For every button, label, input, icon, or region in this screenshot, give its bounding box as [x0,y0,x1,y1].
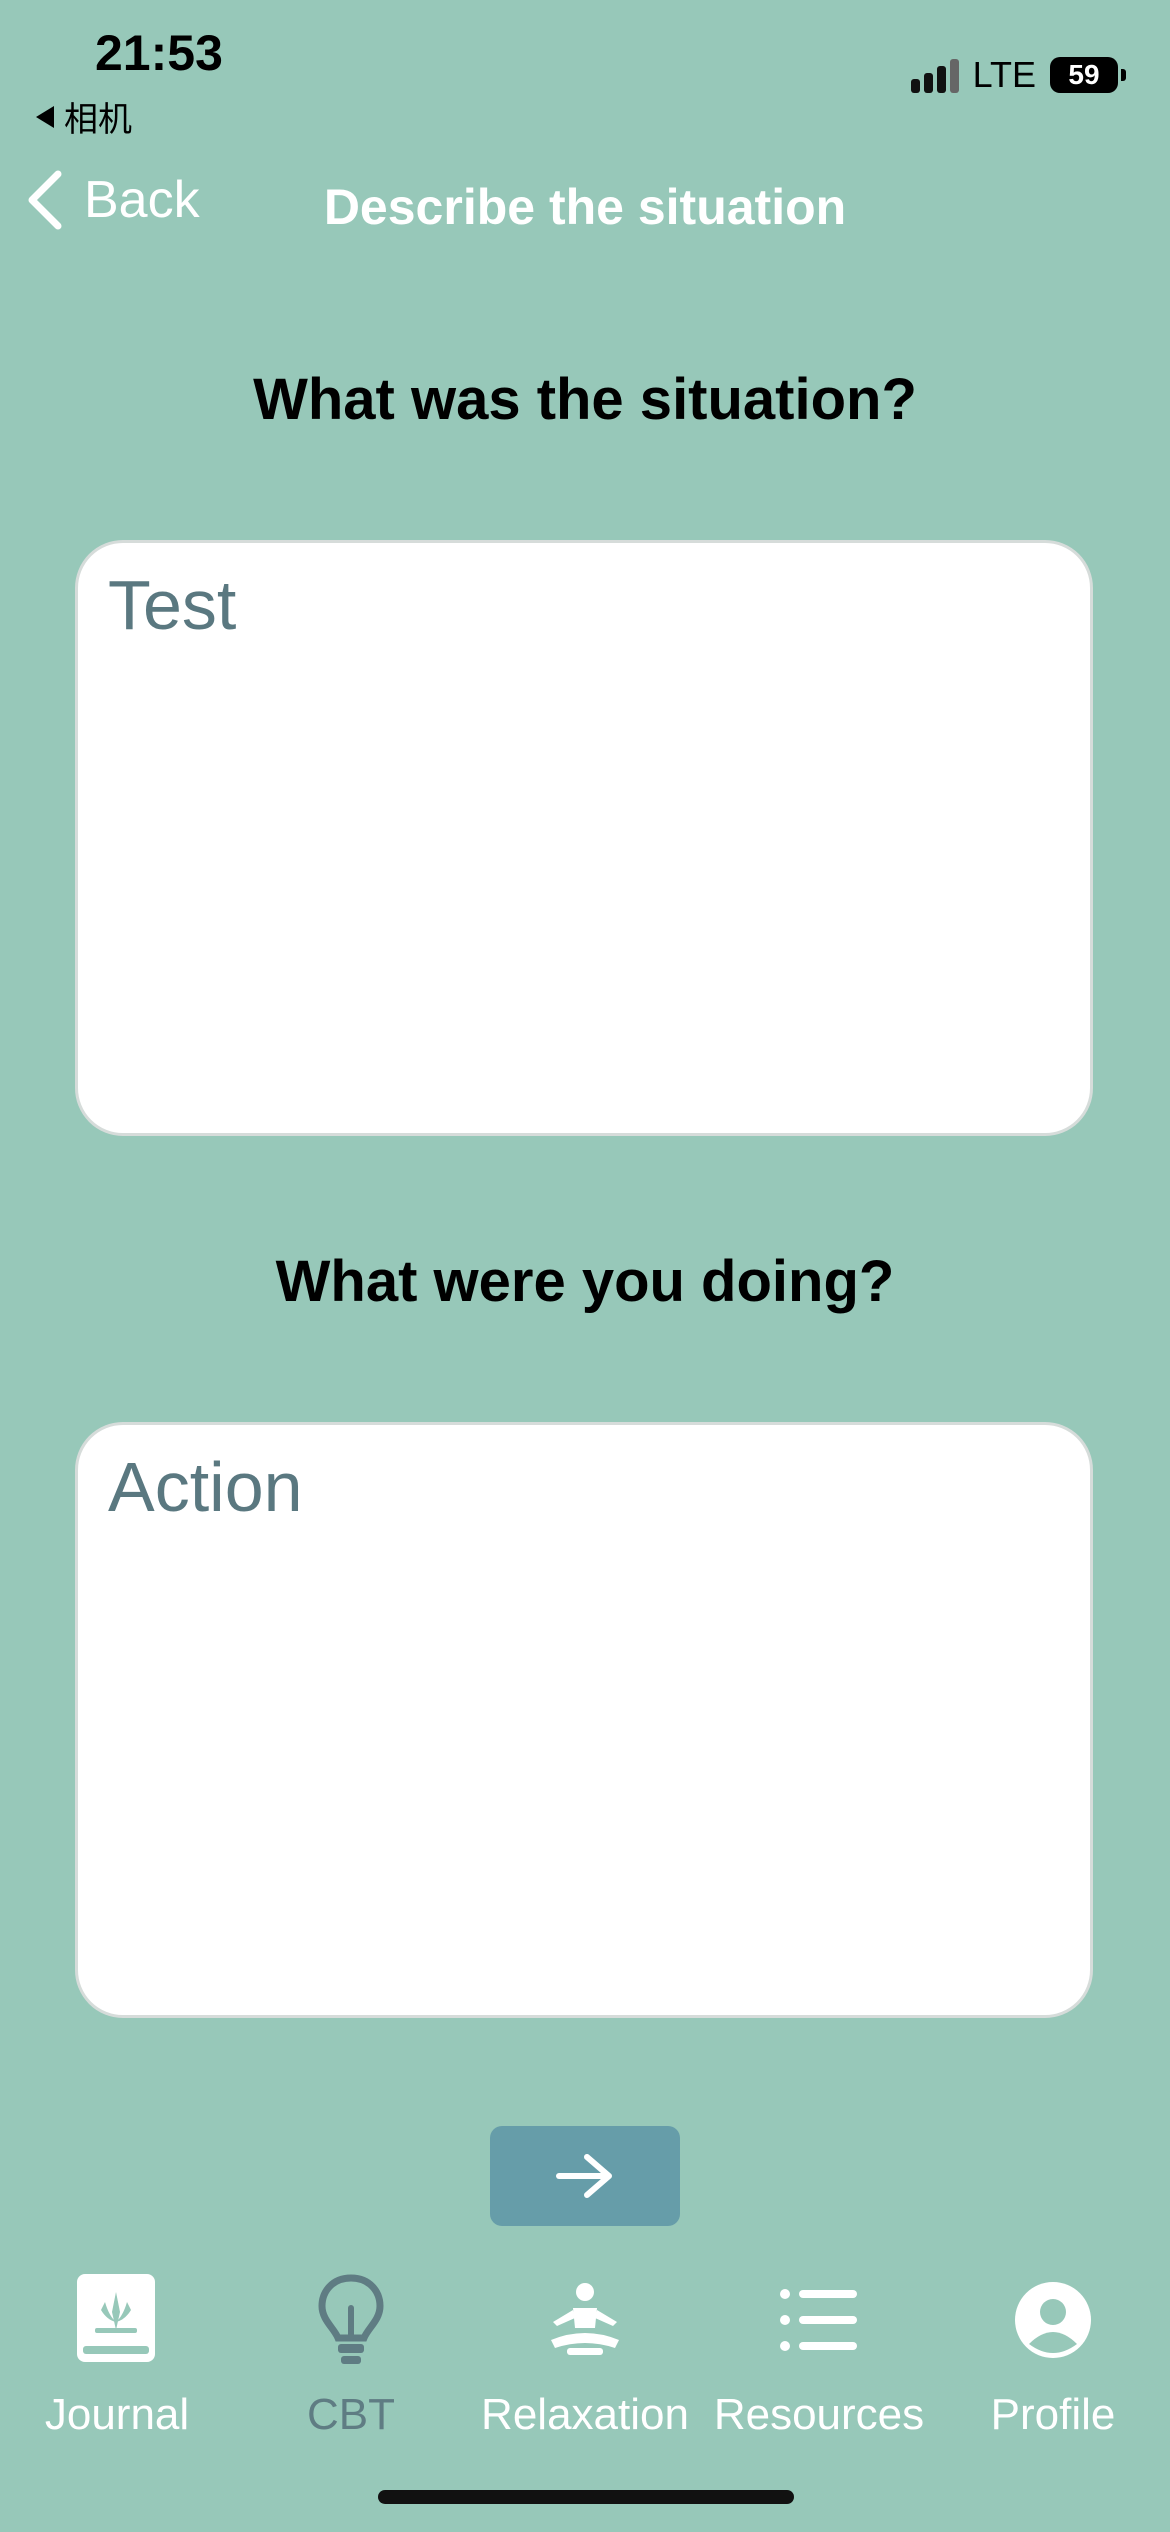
next-button[interactable] [490,2126,680,2226]
tab-relaxation[interactable]: Relaxation [468,2270,702,2440]
tab-profile-label: Profile [990,2390,1116,2439]
tab-relaxation-label: Relaxation [481,2390,689,2439]
arrow-right-icon [556,2154,612,2198]
tab-cbt-label: CBT [307,2390,395,2439]
home-indicator[interactable] [378,2490,794,2504]
status-time: 21:53 [95,25,223,81]
action-input-value: Action [108,1448,303,1526]
status-indicators: LTE 59 [910,54,1126,96]
back-to-app[interactable]: 相机 [36,92,132,141]
tab-journal[interactable]: Journal [0,2270,234,2440]
battery-level: 59 [1068,59,1100,90]
action-input[interactable]: Action [75,1422,1093,2018]
lightbulb-icon [318,2274,384,2364]
network-type: LTE [972,54,1036,95]
list-icon [780,2289,857,2351]
tab-resources[interactable]: Resources [702,2270,936,2440]
signal-icon [910,57,959,93]
tab-resources-label: Resources [713,2390,925,2439]
journal-icon [77,2274,155,2362]
situation-question: What was the situation? [253,367,917,432]
page-title: Describe the situation [323,179,847,235]
doing-question: What were you doing? [275,1249,895,1314]
tab-journal-label: Journal [44,2390,190,2439]
back-app-label: 相机 [64,101,132,139]
profile-icon [1015,2282,1091,2358]
situation-input-value: Test [108,566,237,644]
meditation-icon [551,2283,619,2355]
battery-icon: 59 [1050,57,1126,93]
back-triangle-icon [36,105,54,128]
tab-cbt[interactable]: CBT [234,2270,468,2440]
tab-profile[interactable]: Profile [936,2270,1170,2440]
situation-input[interactable]: Test [75,540,1093,1136]
